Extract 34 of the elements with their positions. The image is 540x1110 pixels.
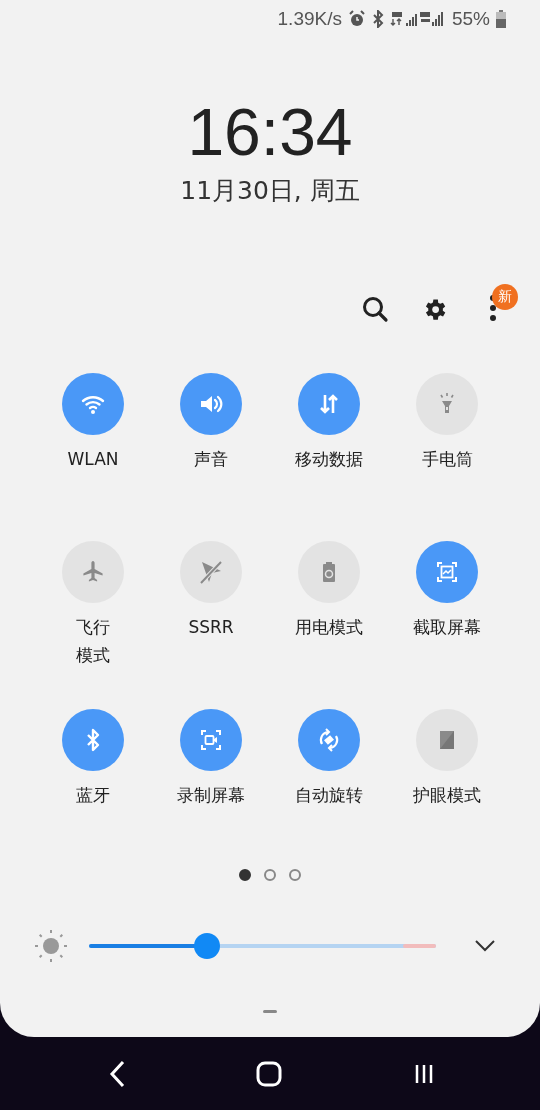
crossed-out-send-icon [197, 558, 225, 586]
page-indicator-dot[interactable] [239, 869, 251, 881]
drag-handle[interactable] [263, 1010, 277, 1013]
expand-chevron-icon[interactable] [474, 939, 496, 953]
toggle-label: WLAN [67, 448, 119, 471]
clock-date: 11月30日, 周五 [180, 175, 360, 207]
network-speed: 1.39K/s [277, 8, 342, 30]
back-icon[interactable] [108, 1059, 126, 1088]
clock-time: 16:34 [187, 94, 353, 170]
bluetooth-icon [371, 10, 384, 28]
battery-percentage: 55% [451, 8, 490, 30]
toggle-label: 护眼模式 [413, 784, 481, 807]
brightness-icon [34, 929, 68, 963]
slider-thumb[interactable] [193, 933, 220, 959]
cellular-signal-icon [389, 10, 446, 28]
toggle-label: 声音 [194, 448, 228, 471]
home-icon[interactable] [256, 1060, 282, 1087]
brightness-slider[interactable] [89, 933, 436, 959]
toggle-label: 模式 [76, 644, 110, 667]
toggle-label: 截取屏幕 [413, 616, 481, 639]
battery-icon [496, 10, 506, 28]
toggle-label: 录制屏幕 [177, 784, 245, 807]
toggle-label: 蓝牙 [76, 784, 110, 807]
page-indicator-dot[interactable] [289, 869, 301, 881]
toggle-label: 移动数据 [295, 448, 363, 471]
toggle-label: 手电筒 [421, 448, 473, 471]
toggle-label: 自动旋转 [295, 784, 363, 807]
search-icon[interactable] [361, 295, 389, 323]
alarm-icon [347, 10, 366, 28]
page-indicator-dot[interactable] [264, 869, 276, 881]
toggle-label: SSRR [188, 616, 234, 639]
toggle-label: 飞行 [76, 616, 110, 639]
new-badge: 新 [492, 284, 518, 310]
toggle-label: 用电模式 [295, 616, 363, 639]
